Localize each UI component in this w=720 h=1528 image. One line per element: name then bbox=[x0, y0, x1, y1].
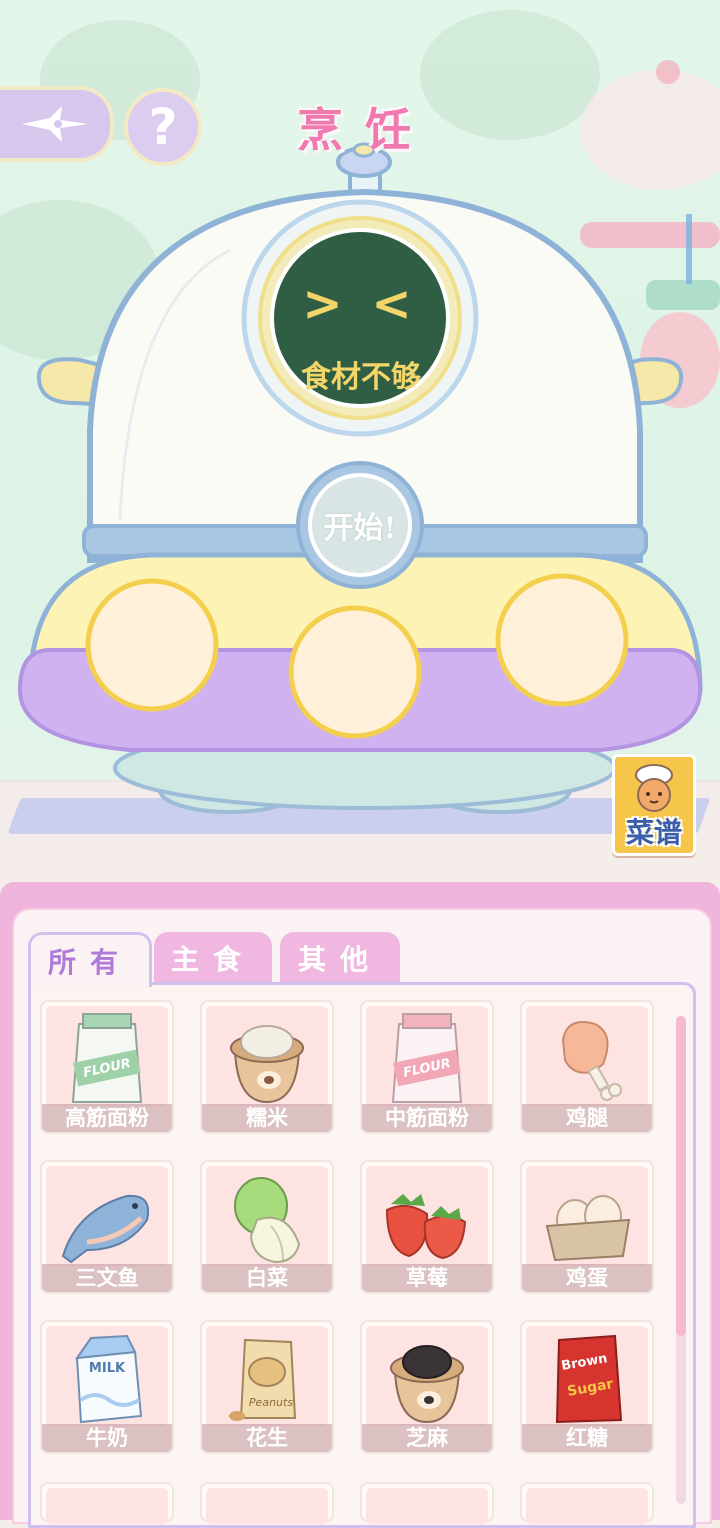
tab-all-label: 所有 bbox=[47, 946, 132, 979]
back-button[interactable] bbox=[0, 86, 114, 162]
ingredient-item[interactable]: Peanuts 花生 bbox=[200, 1320, 334, 1454]
start-button-label: 开始! bbox=[323, 511, 397, 546]
tab-staple-label: 主食 bbox=[170, 943, 255, 976]
ingredient-name: 中筋面粉 bbox=[362, 1104, 492, 1132]
ingredient-item[interactable]: 白菜 bbox=[200, 1160, 334, 1294]
ingredient-name: 芝麻 bbox=[362, 1424, 492, 1452]
item-tile: FLOUR bbox=[46, 1006, 168, 1106]
item-tile bbox=[366, 1326, 488, 1426]
ingredient-name: 花生 bbox=[202, 1424, 332, 1452]
item-tile bbox=[366, 1488, 488, 1524]
ingredient-name: 鸡腿 bbox=[522, 1104, 652, 1132]
cooker-screen-face: > < bbox=[302, 276, 418, 332]
item-tile bbox=[46, 1166, 168, 1266]
ingredient-item[interactable]: 芝麻 bbox=[360, 1320, 494, 1454]
ingredient-name: 高筋面粉 bbox=[42, 1104, 172, 1132]
ingredient-item[interactable]: 鸡腿 bbox=[520, 1000, 654, 1134]
item-tile: FLOUR bbox=[366, 1006, 488, 1106]
tab-other[interactable]: 其他 bbox=[280, 932, 400, 984]
peanut-bag-text: Peanuts bbox=[249, 1396, 293, 1409]
ingredient-item[interactable]: Brown Sugar 红糖 bbox=[520, 1320, 654, 1454]
item-tile bbox=[526, 1488, 648, 1524]
ingredient-slot-3[interactable] bbox=[498, 576, 626, 704]
ingredient-item[interactable]: FLOUR 高筋面粉 bbox=[40, 1000, 174, 1134]
item-tile bbox=[526, 1006, 648, 1106]
page-title: 烹饪 bbox=[297, 103, 433, 157]
item-tile bbox=[366, 1166, 488, 1266]
brown-sugar-bag-icon: Brown Sugar bbox=[555, 1334, 623, 1424]
item-tile bbox=[206, 1006, 328, 1106]
question-icon: ? bbox=[148, 98, 178, 156]
ingredient-item[interactable]: FLOUR 中筋面粉 bbox=[360, 1000, 494, 1134]
item-tile bbox=[206, 1488, 328, 1524]
ingredient-item[interactable]: 鸡蛋 bbox=[520, 1160, 654, 1294]
tab-other-label: 其他 bbox=[297, 943, 382, 976]
ingredient-item[interactable] bbox=[360, 1482, 494, 1524]
chicken-leg-icon bbox=[561, 1021, 622, 1101]
compass-arrow-icon bbox=[22, 106, 88, 142]
eggs-icon bbox=[545, 1195, 631, 1262]
item-tile: MILK bbox=[46, 1326, 168, 1426]
item-tile: Brown Sugar bbox=[526, 1326, 648, 1426]
ingredient-name: 草莓 bbox=[362, 1264, 492, 1292]
scrollbar-thumb[interactable] bbox=[676, 1016, 686, 1336]
cooker-screen-status: 食材不够 bbox=[301, 360, 421, 395]
cabbage-icon bbox=[234, 1177, 301, 1264]
item-tile: Peanuts bbox=[206, 1326, 328, 1426]
rice-sack-icon bbox=[230, 1025, 304, 1104]
ingredient-name: 白菜 bbox=[202, 1264, 332, 1292]
salmon-icon bbox=[61, 1194, 149, 1264]
ingredient-name: 牛奶 bbox=[42, 1424, 172, 1452]
sesame-sack-icon bbox=[390, 1345, 464, 1424]
ingredient-item[interactable] bbox=[40, 1482, 174, 1524]
flour-bag-icon: FLOUR bbox=[71, 1013, 143, 1103]
ingredient-item[interactable]: 三文鱼 bbox=[40, 1160, 174, 1294]
ingredient-item[interactable]: 糯米 bbox=[200, 1000, 334, 1134]
ingredient-name: 红糖 bbox=[522, 1424, 652, 1452]
ingredient-name: 糯米 bbox=[202, 1104, 332, 1132]
ingredient-slot-1[interactable] bbox=[88, 581, 216, 709]
item-tile bbox=[206, 1166, 328, 1266]
milk-carton-icon: MILK bbox=[74, 1334, 143, 1424]
tab-staple[interactable]: 主食 bbox=[154, 932, 272, 984]
tab-all[interactable]: 所有 bbox=[28, 932, 152, 987]
milk-carton-text: MILK bbox=[89, 1361, 126, 1376]
ingredient-name: 鸡蛋 bbox=[522, 1264, 652, 1292]
ingredient-item[interactable] bbox=[520, 1482, 654, 1524]
ingredient-slot-2[interactable] bbox=[291, 608, 419, 736]
help-button[interactable]: ? bbox=[124, 88, 202, 166]
peanut-bag-icon: Peanuts bbox=[229, 1338, 297, 1421]
ingredient-name: 三文鱼 bbox=[42, 1264, 172, 1292]
ingredient-item[interactable]: 草莓 bbox=[360, 1160, 494, 1294]
strawberry-icon bbox=[385, 1194, 467, 1260]
flour-bag-pink-icon: FLOUR bbox=[391, 1013, 463, 1103]
recipe-book-button[interactable]: 菜谱 bbox=[612, 754, 696, 856]
item-tile bbox=[46, 1488, 168, 1524]
start-button[interactable]: 开始! bbox=[310, 475, 410, 575]
item-tile bbox=[526, 1166, 648, 1266]
ingredient-item[interactable] bbox=[200, 1482, 334, 1524]
recipe-book-label: 菜谱 bbox=[625, 816, 682, 849]
ingredient-item[interactable]: MILK 牛奶 bbox=[40, 1320, 174, 1454]
